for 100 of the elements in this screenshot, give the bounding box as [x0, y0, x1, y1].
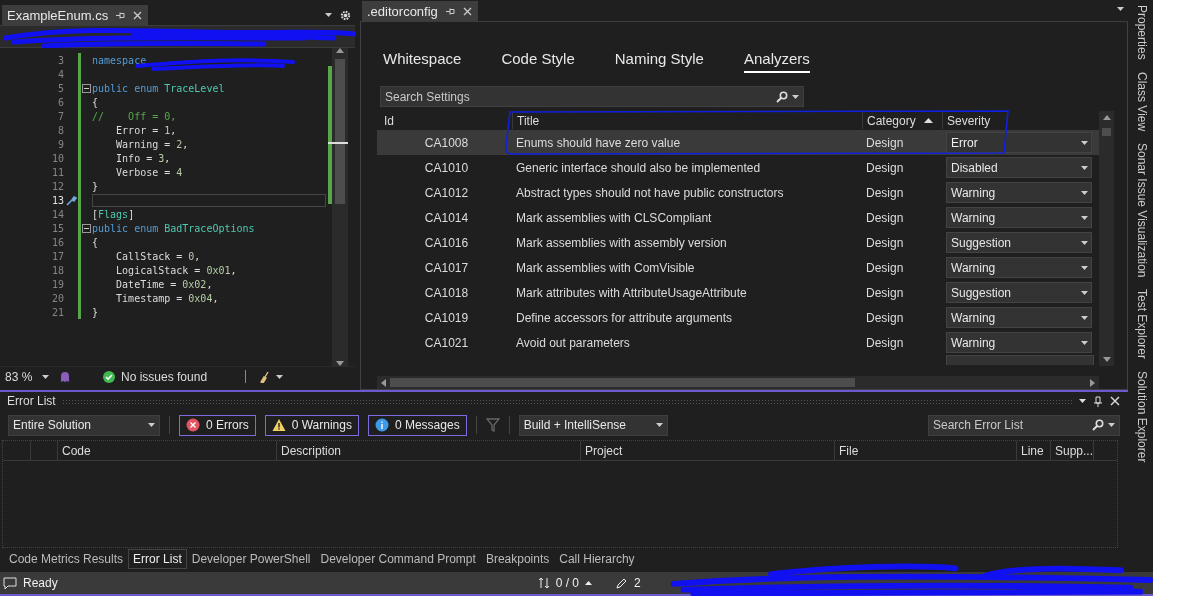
- settings-icon[interactable]: [340, 9, 351, 21]
- table-row[interactable]: CA1016 Mark assemblies with assembly version Design Suggestion: [377, 230, 1099, 255]
- severity-dropdown[interactable]: Warning: [946, 257, 1092, 278]
- severity-dropdown[interactable]: Warning: [946, 307, 1092, 328]
- settings-tab[interactable]: Naming Style: [614, 50, 704, 73]
- pin-icon[interactable]: [1094, 395, 1102, 407]
- severity-dropdown[interactable]: Suggestion: [946, 282, 1092, 303]
- column-header[interactable]: Severity: [942, 112, 1092, 129]
- scroll-thumb[interactable]: [335, 59, 345, 204]
- column-header[interactable]: Description: [277, 441, 581, 460]
- column-header[interactable]: Code: [58, 441, 277, 460]
- side-tab[interactable]: Sonar Issue Visualization: [1134, 142, 1149, 278]
- line-number: 10: [50, 152, 64, 164]
- caret-up-icon[interactable]: [585, 581, 593, 585]
- table-row[interactable]: CA1014 Mark assemblies with CLSCompliant Design Warning: [377, 205, 1099, 230]
- settings-tab[interactable]: Whitespace: [383, 50, 462, 73]
- code-line: CallStack = 0,: [115, 249, 201, 263]
- column-header[interactable]: Project: [581, 441, 835, 460]
- severity-dropdown[interactable]: Warning: [946, 207, 1092, 228]
- side-tab[interactable]: Test Explorer: [1134, 289, 1149, 360]
- table-cell-text: CA1012: [423, 185, 470, 200]
- source-dropdown[interactable]: Build + IntelliSense: [518, 414, 668, 436]
- severity-dropdown[interactable]: Warning: [946, 182, 1092, 203]
- column-header[interactable]: Category: [862, 112, 942, 129]
- panel-tab[interactable]: Developer PowerShell: [186, 549, 316, 569]
- panel-title: Error List: [7, 394, 56, 408]
- severity-dropdown[interactable]: Error: [946, 132, 1092, 153]
- filter-icon[interactable]: [485, 418, 500, 432]
- line-number: 4: [56, 68, 64, 80]
- line-number: 15: [50, 222, 64, 234]
- close-icon[interactable]: [133, 10, 143, 20]
- column-header[interactable]: Supp...: [1051, 441, 1094, 460]
- severity-dropdown[interactable]: Warning: [946, 332, 1092, 353]
- table-row[interactable]: CA1008 Enums should have zero value Design Error: [377, 130, 1099, 155]
- brush-icon[interactable]: [258, 370, 271, 383]
- side-tab[interactable]: Class View: [1134, 71, 1149, 131]
- scroll-up-icon: [1102, 115, 1111, 120]
- panel-tab[interactable]: Code Metrics Results: [4, 549, 129, 569]
- error-navigation[interactable]: 0 / 0: [555, 576, 580, 590]
- line-number: 17: [50, 250, 64, 262]
- line-number: 9: [56, 138, 64, 150]
- close-icon[interactable]: [462, 6, 472, 16]
- ghost-icon[interactable]: [59, 370, 71, 383]
- scroll-thumb[interactable]: [1102, 128, 1111, 136]
- table-row[interactable]: CA1017 Mark assemblies with ComVisible Design Warning: [377, 255, 1099, 280]
- table-cell-text: Design: [865, 235, 905, 250]
- panel-tab[interactable]: Call Hierarchy: [554, 549, 640, 569]
- column-header[interactable]: File: [835, 441, 1017, 460]
- horizontal-scrollbar[interactable]: [377, 376, 1099, 389]
- line-number: 20: [50, 292, 64, 304]
- settings-tab[interactable]: Code Style: [501, 50, 575, 73]
- severity-dropdown[interactable]: Disabled: [946, 157, 1092, 178]
- code-line: {: [92, 235, 99, 249]
- table-cell-text: Enums should have zero value: [515, 135, 682, 150]
- panel-tab[interactable]: Error List: [128, 549, 187, 569]
- column-header[interactable]: Line: [1017, 441, 1051, 460]
- table-row[interactable]: CA1012 Abstract types should not have public constructors Design Warning: [377, 180, 1099, 205]
- collapse-icon[interactable]: [82, 223, 91, 233]
- document-tab[interactable]: .editorconfig: [362, 1, 478, 21]
- message-filter-button[interactable]: 0 Messages: [367, 414, 467, 436]
- table-row[interactable]: CA1019 Define accessors for attribute arguments Design Warning: [377, 305, 1099, 330]
- warning-filter-button[interactable]: 0 Warnings: [264, 414, 359, 436]
- comment-icon[interactable]: [3, 576, 17, 590]
- caret-icon: [1081, 290, 1088, 295]
- collapse-icon[interactable]: [82, 83, 91, 93]
- zoom-dropdown[interactable]: 83 %: [5, 368, 53, 385]
- search-field[interactable]: Search Error List: [928, 414, 1120, 436]
- column-header[interactable]: Id: [377, 112, 512, 129]
- code-line: Warning = 2,: [115, 137, 189, 151]
- up-down-arrows-icon[interactable]: [537, 577, 550, 589]
- scroll-down-icon: [1102, 357, 1111, 362]
- scroll-right-icon: [1090, 378, 1095, 387]
- pin-icon[interactable]: [445, 6, 455, 16]
- close-icon[interactable]: [1110, 396, 1120, 406]
- scroll-thumb[interactable]: [390, 378, 855, 387]
- search-field[interactable]: Search Settings: [380, 86, 804, 107]
- severity-dropdown[interactable]: Suggestion: [946, 232, 1092, 253]
- table-cell-text: Design: [865, 310, 905, 325]
- side-tab[interactable]: Properties: [1134, 5, 1149, 60]
- panel-tab[interactable]: Developer Command Prompt: [315, 549, 481, 569]
- scrollbar[interactable]: [1099, 111, 1114, 366]
- caret-marker: [328, 142, 348, 144]
- document-tab[interactable]: ExampleEnum.cs: [2, 5, 149, 25]
- pin-icon[interactable]: [116, 10, 126, 20]
- caret-icon: [42, 374, 49, 379]
- table-row[interactable]: CA1018 Mark attributes with AttributeUsageAttribute Design Suggestion: [377, 280, 1099, 305]
- screwdriver-icon[interactable]: [65, 194, 77, 206]
- changes-count[interactable]: 2: [634, 576, 641, 590]
- settings-tab[interactable]: Analyzers: [743, 50, 810, 73]
- panel-tab[interactable]: Breakpoints: [480, 549, 555, 569]
- table-row[interactable]: CA1010 Generic interface should also be implemented Design Disabled: [377, 155, 1099, 180]
- error-filter-button[interactable]: 0 Errors: [179, 414, 256, 436]
- table-cell-text: Mark assemblies with ComVisible: [515, 260, 696, 275]
- side-tab[interactable]: Solution Explorer: [1134, 371, 1149, 463]
- line-number: 8: [56, 124, 64, 136]
- code-line: LogicalStack = 0x01,: [115, 263, 237, 277]
- scope-dropdown[interactable]: Entire Solution: [8, 414, 160, 436]
- table-row[interactable]: CA1021 Avoid out parameters Design Warning: [377, 330, 1099, 355]
- column-header[interactable]: Title: [512, 112, 862, 129]
- pencil-icon[interactable]: [616, 577, 629, 589]
